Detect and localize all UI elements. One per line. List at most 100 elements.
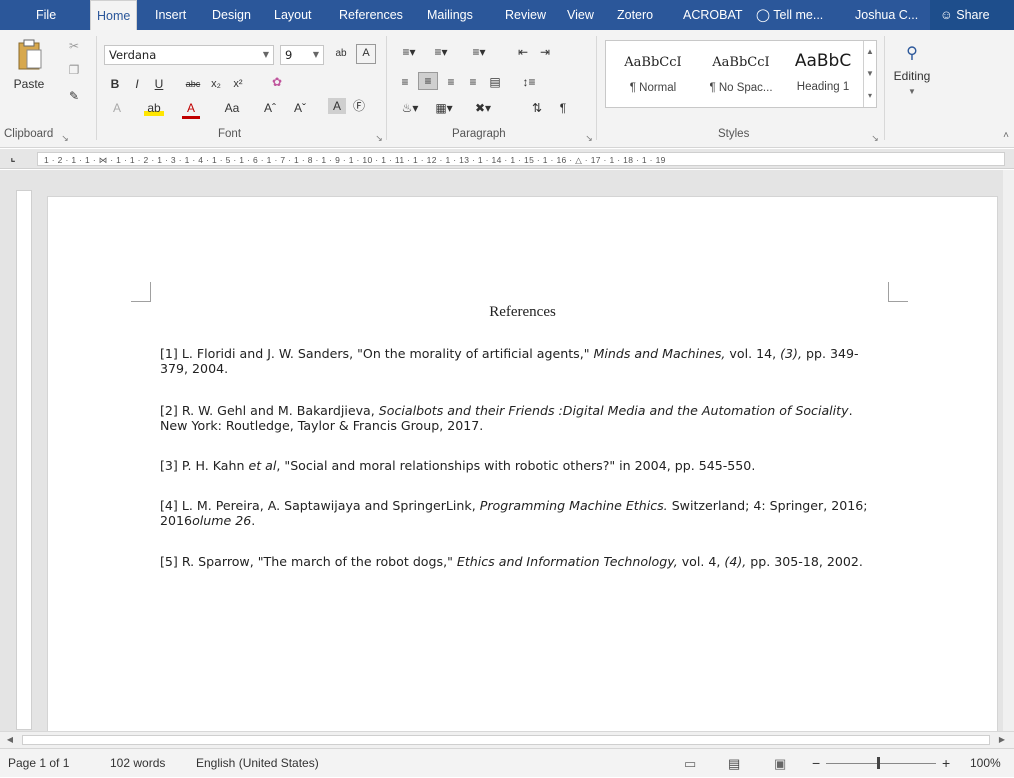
reference-entry: [5] R. Sparrow, "The march of the robot … xyxy=(160,554,880,569)
justify-icon[interactable]: ≡ xyxy=(464,74,482,90)
tab-acrobat[interactable]: ACROBAT xyxy=(683,0,743,30)
scroll-thumb[interactable] xyxy=(22,735,990,745)
font-group-label: Font xyxy=(218,128,242,140)
tab-selector[interactable]: ⌞ xyxy=(6,151,20,167)
scroll-left-icon[interactable]: ◀ xyxy=(4,732,16,748)
font-size-select[interactable]: 9 ▼ xyxy=(280,45,324,65)
reference-entry: [2] R. W. Gehl and M. Bakardjieva, Socia… xyxy=(160,403,880,433)
paste-button[interactable] xyxy=(14,38,44,74)
format-painter-icon[interactable]: ✎ xyxy=(66,88,82,104)
styles-scroll[interactable]: ▲ ▼ ▾ xyxy=(863,41,876,107)
web-layout-icon[interactable]: ▣ xyxy=(774,749,786,778)
print-layout-icon[interactable]: ▤ xyxy=(728,749,740,778)
tab-insert[interactable]: Insert xyxy=(155,0,186,30)
clear-formatting-icon[interactable]: A xyxy=(356,44,376,64)
tab-zotero[interactable]: Zotero xyxy=(617,0,653,30)
dialog-launcher-icon[interactable]: ↘ xyxy=(374,130,384,146)
horizontal-ruler: ⌞ 1 · 2 · 1 · 1 · ⋈ · 1 · 1 · 2 · 1 · 3 … xyxy=(0,149,1014,169)
reference-number: [4] xyxy=(160,498,178,513)
language-indicator[interactable]: English (United States) xyxy=(196,749,319,778)
user-account[interactable]: Joshua C... xyxy=(855,0,918,30)
line-spacing-icon[interactable]: ↕≡ xyxy=(514,74,544,90)
group-divider xyxy=(884,36,885,140)
zoom-out-icon[interactable]: − xyxy=(812,749,820,778)
style-no-spacing[interactable]: AaBbCcI ¶ No Spac... xyxy=(698,41,784,107)
tab-review[interactable]: Review xyxy=(505,0,546,30)
sort-icon[interactable]: ⇅ xyxy=(528,100,546,116)
strikethrough-icon[interactable]: abc xyxy=(180,76,206,92)
align-left-icon[interactable]: ≡ xyxy=(396,74,414,90)
tab-references[interactable]: References xyxy=(339,0,403,30)
bullets-icon[interactable]: ≡▾ xyxy=(396,44,422,60)
text-highlight-icon[interactable]: A xyxy=(108,100,126,116)
shrink-font-icon[interactable]: Aˇ xyxy=(292,100,308,116)
tab-layout[interactable]: Layout xyxy=(274,0,312,30)
reference-text: L. Floridi and J. W. Sanders, "On the mo… xyxy=(181,346,594,361)
style-normal[interactable]: AaBbCcI ¶ Normal xyxy=(610,41,696,107)
margin-corner-mark xyxy=(131,282,151,302)
zoom-slider[interactable] xyxy=(826,763,936,764)
dialog-launcher-icon[interactable]: ↘ xyxy=(60,130,70,146)
document-title: References xyxy=(489,304,556,320)
ruler-ticks: 1 · 2 · 1 · 1 · ⋈ · 1 · 1 · 2 · 1 · 3 · … xyxy=(44,155,666,165)
horizontal-scrollbar[interactable]: ◀ ▶ xyxy=(0,731,1014,748)
tab-view[interactable]: View xyxy=(567,0,594,30)
dialog-launcher-icon[interactable]: ↘ xyxy=(584,130,594,146)
increase-indent-icon[interactable]: ⇥ xyxy=(536,44,554,60)
font-color-icon[interactable]: A xyxy=(182,100,200,119)
collapse-ribbon-icon[interactable]: ˄ xyxy=(1000,128,1012,144)
text-effects-icon[interactable]: ✿ xyxy=(268,74,286,90)
grow-font-icon[interactable]: Aˆ xyxy=(262,100,278,116)
read-mode-icon[interactable]: ▭ xyxy=(684,749,696,778)
share-button[interactable]: ☺ Share xyxy=(930,0,1014,30)
subscript-icon[interactable]: x₂ xyxy=(208,76,224,92)
dialog-launcher-icon[interactable]: ↘ xyxy=(870,130,880,146)
editing-button[interactable]: ⚲ Editing ▼ xyxy=(888,40,936,116)
style-heading-1[interactable]: AaBbC Heading 1 xyxy=(786,41,860,107)
show-formatting-icon[interactable]: ¶ xyxy=(556,100,570,116)
enclose-characters-icon[interactable]: Ⓕ xyxy=(350,98,368,114)
borders-icon[interactable]: ▦▾ xyxy=(430,100,458,116)
tab-mailings[interactable]: Mailings xyxy=(427,0,473,30)
tab-design[interactable]: Design xyxy=(212,0,251,30)
ribbon-home: Paste ✂ ❐ ✎ Clipboard ↘ Verdana ▼ 9 ▼ ab A… xyxy=(0,30,1014,148)
reference-italic: (3), xyxy=(780,346,802,361)
page-count[interactable]: Page 1 of 1 xyxy=(8,749,69,778)
zoom-slider-thumb[interactable] xyxy=(877,757,880,769)
bold-icon[interactable]: B xyxy=(108,76,122,92)
highlight-color-icon[interactable]: ab xyxy=(144,100,164,116)
zoom-level[interactable]: 100% xyxy=(970,749,1001,778)
ruler-track[interactable]: 1 · 2 · 1 · 1 · ⋈ · 1 · 1 · 2 · 1 · 3 · … xyxy=(37,152,1005,166)
align-right-icon[interactable]: ≡ xyxy=(442,74,460,90)
numbering-icon[interactable]: ≡▾ xyxy=(428,44,454,60)
shading-icon[interactable]: ♨▾ xyxy=(396,100,424,116)
superscript-icon[interactable]: x² xyxy=(230,76,246,92)
underline-icon[interactable]: U xyxy=(152,76,166,92)
italic-icon[interactable]: I xyxy=(130,76,144,92)
change-case-label[interactable]: Aa xyxy=(220,100,244,116)
font-family-select[interactable]: Verdana ▼ xyxy=(104,45,274,65)
reference-entry: [3] P. H. Kahn et al, "Social and moral … xyxy=(160,458,880,473)
cut-icon[interactable]: ✂ xyxy=(66,38,82,54)
vertical-ruler[interactable] xyxy=(16,190,32,730)
clipboard-icon xyxy=(18,39,42,70)
change-case-icon[interactable]: ab xyxy=(332,46,350,62)
multilevel-list-icon[interactable]: ≡▾ xyxy=(462,44,496,60)
word-count[interactable]: 102 words xyxy=(110,749,165,778)
tab-file[interactable]: File xyxy=(36,0,56,30)
decrease-indent-icon[interactable]: ⇤ xyxy=(514,44,532,60)
style-sample: AaBbCcI xyxy=(624,55,682,70)
asian-layout-icon[interactable]: ✖▾ xyxy=(466,100,500,116)
distributed-icon[interactable]: ▤ xyxy=(486,74,504,90)
reference-text: , "Social and moral relationships with r… xyxy=(276,458,756,473)
scroll-right-icon[interactable]: ▶ xyxy=(996,732,1008,748)
character-shading-icon[interactable]: A xyxy=(328,98,346,114)
vertical-scrollbar[interactable] xyxy=(1003,170,1014,731)
style-name: Heading 1 xyxy=(796,81,850,93)
zoom-in-icon[interactable]: + xyxy=(942,749,950,778)
style-name: ¶ Normal xyxy=(629,82,677,94)
tab-home[interactable]: Home xyxy=(90,0,138,31)
tell-me-search[interactable]: ◯ Tell me... xyxy=(756,0,823,30)
align-center-icon[interactable]: ≡ xyxy=(418,72,438,90)
copy-icon[interactable]: ❐ xyxy=(66,62,82,78)
